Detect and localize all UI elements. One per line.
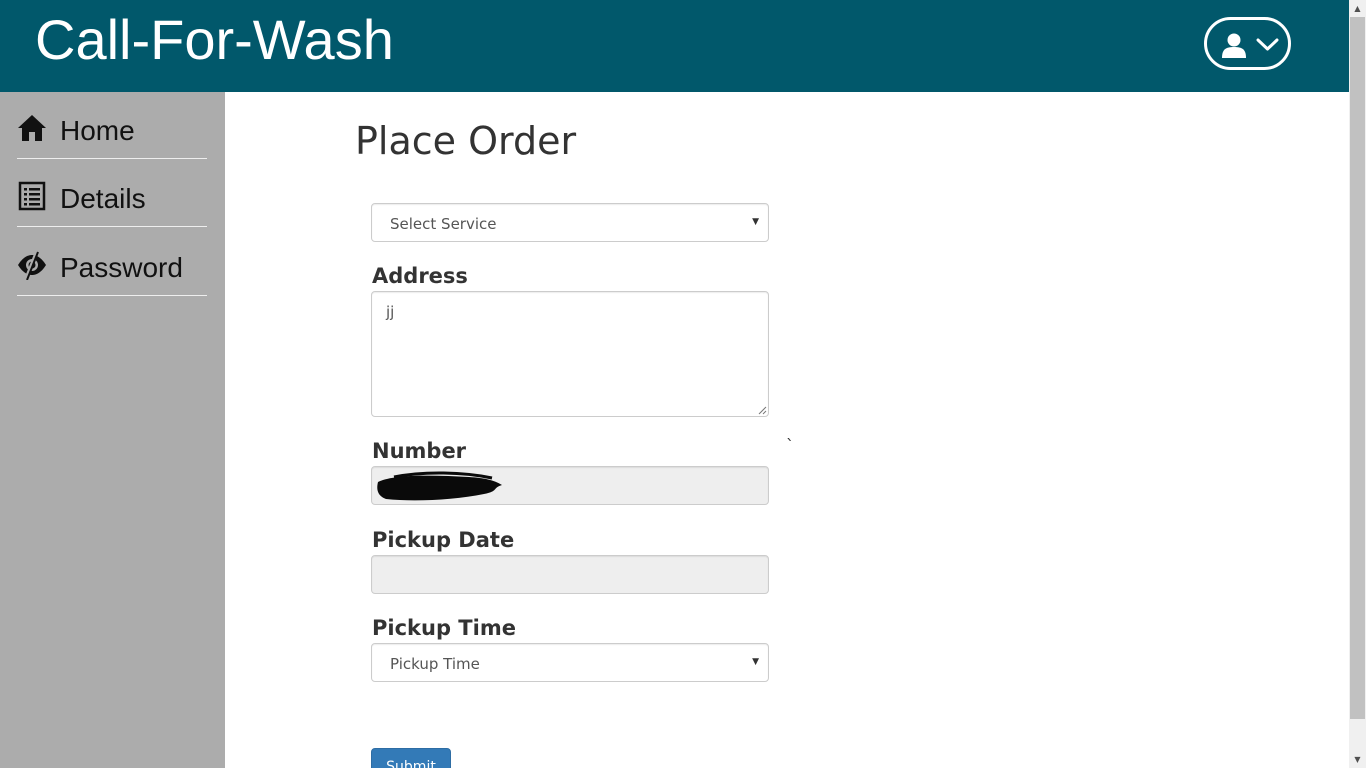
vertical-scrollbar[interactable]: ▲ ▼ [1349,0,1366,768]
user-menu-button[interactable] [1204,17,1291,70]
resize-grip-icon[interactable] [757,405,767,415]
caret-down-icon: ▼ [752,657,759,667]
user-icon [1222,33,1246,58]
list-icon [18,181,46,211]
sidebar: Home Details Password [0,92,225,768]
scroll-thumb[interactable] [1350,17,1365,719]
sidebar-item-home[interactable]: Home [17,92,207,159]
pickup-date-input[interactable] [371,555,769,594]
caret-down-icon: ▼ [752,217,759,227]
address-value: jj [386,303,395,321]
service-select-value: Select Service [390,215,497,233]
scroll-up-icon[interactable]: ▲ [1349,0,1366,17]
pickup-time-select-value: Pickup Time [390,655,480,673]
sidebar-item-label: Password [60,252,183,283]
pickup-date-label: Pickup Date [372,528,515,552]
stray-mark: ` [786,436,794,455]
eye-slash-icon [18,250,46,280]
page-title: Place Order [355,119,577,163]
top-header: Call-For-Wash [0,0,1349,92]
scroll-down-icon[interactable]: ▼ [1349,751,1366,768]
number-label: Number [372,439,467,463]
sidebar-item-label: Details [60,183,146,214]
submit-button[interactable]: Submit [371,748,451,768]
brand-title[interactable]: Call-For-Wash [35,6,394,74]
sidebar-item-password[interactable]: Password [17,229,207,296]
number-input [371,466,769,505]
page: Call-For-Wash Home Details Password Plac… [0,0,1366,768]
pickup-time-label: Pickup Time [372,616,516,640]
home-icon [18,115,46,141]
chevron-down-icon [1256,38,1279,51]
address-textarea[interactable]: jj [371,291,769,417]
pickup-time-select[interactable]: Pickup Time ▼ [371,643,769,682]
sidebar-item-details[interactable]: Details [17,160,207,227]
service-select[interactable]: Select Service ▼ [371,203,769,242]
redaction-mark [377,471,502,501]
sidebar-item-label: Home [60,115,135,146]
address-label: Address [372,264,468,288]
